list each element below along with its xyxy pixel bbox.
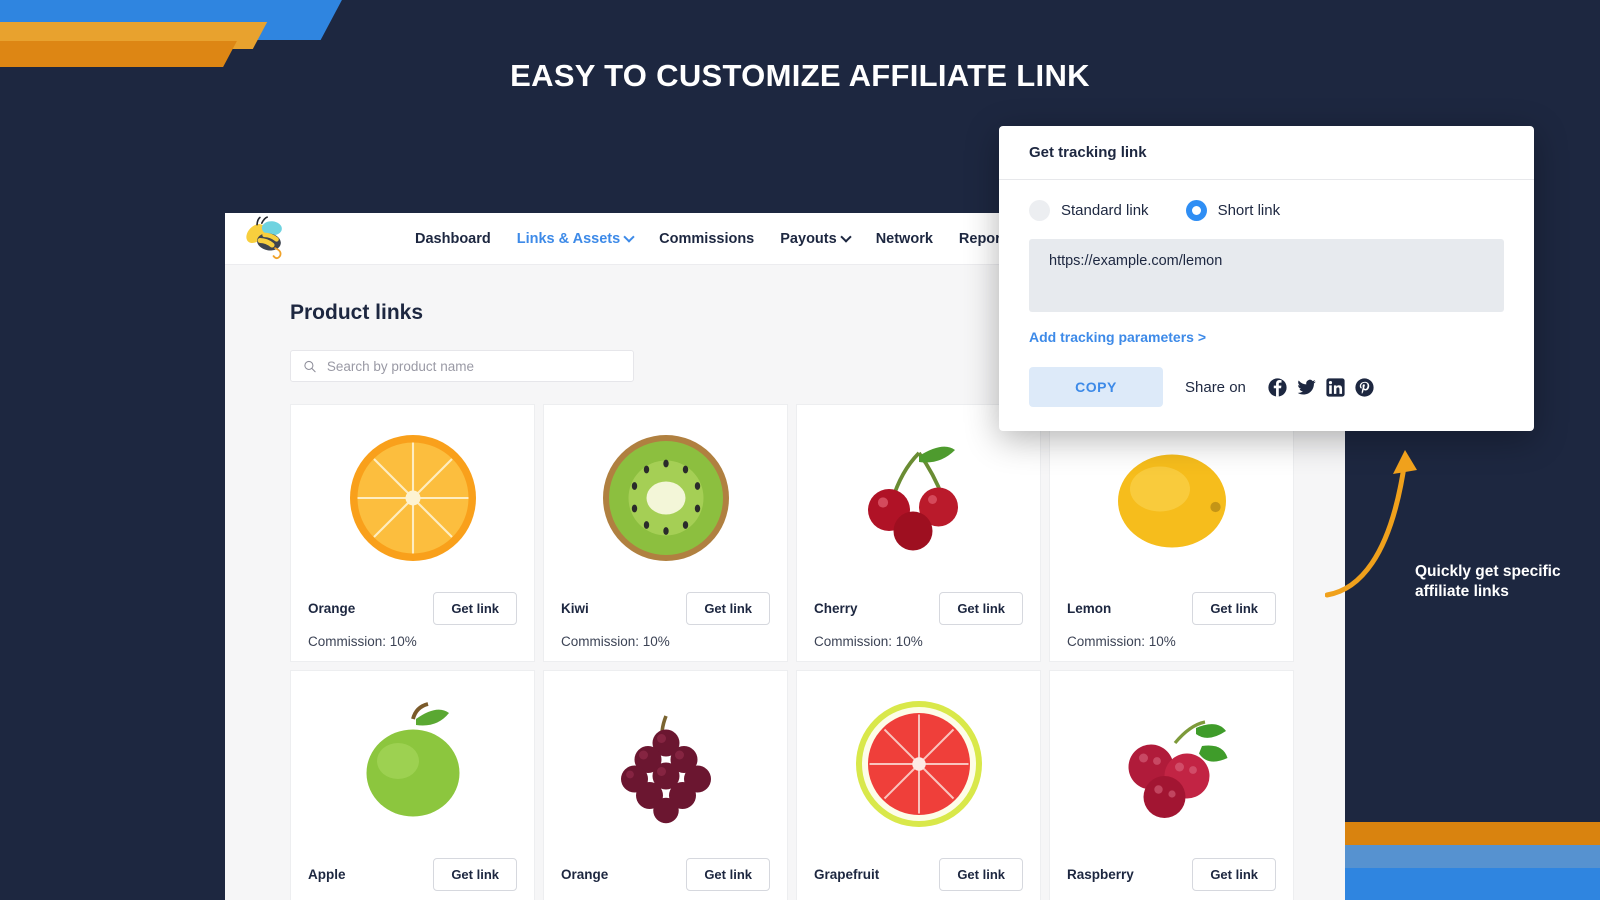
product-info: Kiwi Get link Commission: 10% — [544, 590, 787, 649]
product-name: Lemon — [1067, 601, 1112, 616]
grapefruit-slice-icon — [855, 700, 982, 827]
radio-icon-unselected — [1029, 200, 1050, 221]
product-name: Apple — [308, 867, 346, 882]
product-image — [291, 671, 534, 856]
tracking-link-field[interactable]: https://example.com/lemon — [1029, 239, 1504, 312]
product-card[interactable]: Cherry Get link Commission: 10% — [796, 404, 1041, 662]
product-info: Lemon Get link Commission: 10% — [1050, 590, 1293, 649]
get-link-button[interactable]: Get link — [686, 592, 770, 625]
decor-ribbon-bottom-right-blue-light — [1345, 845, 1600, 868]
share-on-label: Share on — [1185, 378, 1246, 396]
product-image — [797, 671, 1040, 856]
product-card[interactable]: Orange Get link Commission: 10% — [290, 404, 535, 662]
product-info: Orange Get link Commission: 10% — [291, 590, 534, 649]
link-type-radio-group: Standard link Short link — [1029, 200, 1504, 221]
product-image — [1050, 671, 1293, 856]
product-name: Cherry — [814, 601, 858, 616]
product-info: Grapefruit Get link Commission: 10% — [797, 856, 1040, 900]
product-image — [544, 671, 787, 856]
product-grid: Orange Get link Commission: 10% Kiwi Get… — [290, 404, 1345, 900]
nav-item-label: Links & Assets — [516, 230, 621, 247]
get-link-button[interactable]: Get link — [939, 592, 1023, 625]
product-card[interactable]: Lemon Get link Commission: 10% — [1049, 404, 1294, 662]
get-link-button[interactable]: Get link — [686, 858, 770, 891]
bee-logo[interactable] — [225, 215, 305, 262]
radio-label: Standard link — [1061, 202, 1149, 219]
bee-icon — [246, 215, 282, 259]
product-card[interactable]: Grapefruit Get link Commission: 10% — [796, 670, 1041, 900]
product-card[interactable]: Kiwi Get link Commission: 10% — [543, 404, 788, 662]
search-icon — [304, 360, 316, 372]
product-commission: Commission: 10% — [814, 634, 923, 649]
product-commission: Commission: 10% — [561, 634, 670, 649]
modal-footer: COPY Share on — [999, 367, 1534, 431]
get-link-button[interactable]: Get link — [433, 858, 517, 891]
grapes-icon — [620, 714, 711, 823]
nav-item-label: Dashboard — [415, 230, 491, 247]
product-name: Kiwi — [561, 601, 589, 616]
product-info: Raspberry Get link Commission: 10% — [1050, 856, 1293, 900]
share-icons — [1268, 377, 1374, 397]
page-root: EASY TO CUSTOMIZE AFFILIATE LINK Dashboa… — [0, 0, 1600, 900]
modal-title: Get tracking link — [999, 126, 1534, 180]
nav-item-commissions[interactable]: Commissions — [659, 231, 754, 247]
twitter-icon[interactable] — [1297, 378, 1316, 397]
green-apple-icon — [366, 701, 459, 816]
kiwi-slice-icon — [602, 434, 729, 561]
chevron-down-icon — [623, 230, 635, 243]
facebook-icon[interactable] — [1268, 377, 1287, 397]
get-link-button[interactable]: Get link — [433, 592, 517, 625]
get-link-button[interactable]: Get link — [939, 858, 1023, 891]
decor-ribbon-bottom-right-blue — [1345, 868, 1600, 900]
pinterest-icon[interactable] — [1355, 377, 1374, 397]
product-info: Cherry Get link Commission: 10% — [797, 590, 1040, 649]
get-tracking-link-modal: Get tracking link Standard link Short li… — [999, 126, 1534, 431]
product-card[interactable]: Orange Get link Commission: 10% — [543, 670, 788, 900]
radio-short-link[interactable]: Short link — [1185, 200, 1281, 221]
product-info: Apple Get link Commission: 10% — [291, 856, 534, 900]
orange-slice-icon — [349, 434, 476, 561]
radio-icon-selected — [1185, 200, 1207, 221]
get-link-button[interactable]: Get link — [1192, 858, 1276, 891]
nav-item-label: Payouts — [780, 230, 837, 247]
linkedin-icon[interactable] — [1326, 377, 1345, 397]
nav-item-label: Network — [875, 230, 933, 247]
callout-text: Quickly get specific affiliate links — [1415, 563, 1561, 601]
chevron-down-icon — [840, 230, 852, 243]
radio-label: Short link — [1217, 202, 1281, 219]
add-tracking-parameters-link[interactable]: Add tracking parameters > — [1029, 329, 1206, 345]
nav-item-network[interactable]: Network — [876, 231, 933, 247]
cherries-icon — [867, 446, 958, 550]
product-name: Raspberry — [1067, 867, 1134, 882]
product-info: Orange Get link Commission: 10% — [544, 856, 787, 900]
get-link-button[interactable]: Get link — [1192, 592, 1276, 625]
product-image — [1050, 405, 1293, 590]
decor-ribbon-bottom-right-orange — [1345, 822, 1600, 845]
nav-item-label: Commissions — [659, 230, 755, 247]
lemon-icon — [1117, 454, 1226, 547]
nav-item-links-assets[interactable]: Links & Assets — [516, 230, 635, 247]
product-name: Orange — [561, 867, 609, 882]
radio-standard-link[interactable]: Standard link — [1029, 200, 1149, 221]
nav-item-dashboard[interactable]: Dashboard — [415, 231, 491, 247]
copy-button[interactable]: COPY — [1029, 367, 1163, 407]
product-name: Orange — [308, 601, 356, 616]
product-image — [544, 405, 787, 590]
nav-links: Dashboard Links & Assets Commissions Pay… — [415, 231, 1049, 247]
nav-item-payouts[interactable]: Payouts — [780, 230, 852, 247]
search-input[interactable] — [326, 358, 621, 374]
product-card[interactable]: Apple Get link Commission: 10% — [290, 670, 535, 900]
search-box[interactable] — [290, 350, 634, 382]
product-commission: Commission: 10% — [308, 634, 417, 649]
product-commission: Commission: 10% — [1067, 634, 1176, 649]
product-image — [291, 405, 534, 590]
product-name: Grapefruit — [814, 867, 880, 882]
product-card[interactable]: Raspberry Get link Commission: 10% — [1049, 670, 1294, 900]
raspberries-icon — [1128, 719, 1227, 818]
modal-body: Standard link Short link https://example… — [999, 180, 1534, 347]
product-image — [797, 405, 1040, 590]
